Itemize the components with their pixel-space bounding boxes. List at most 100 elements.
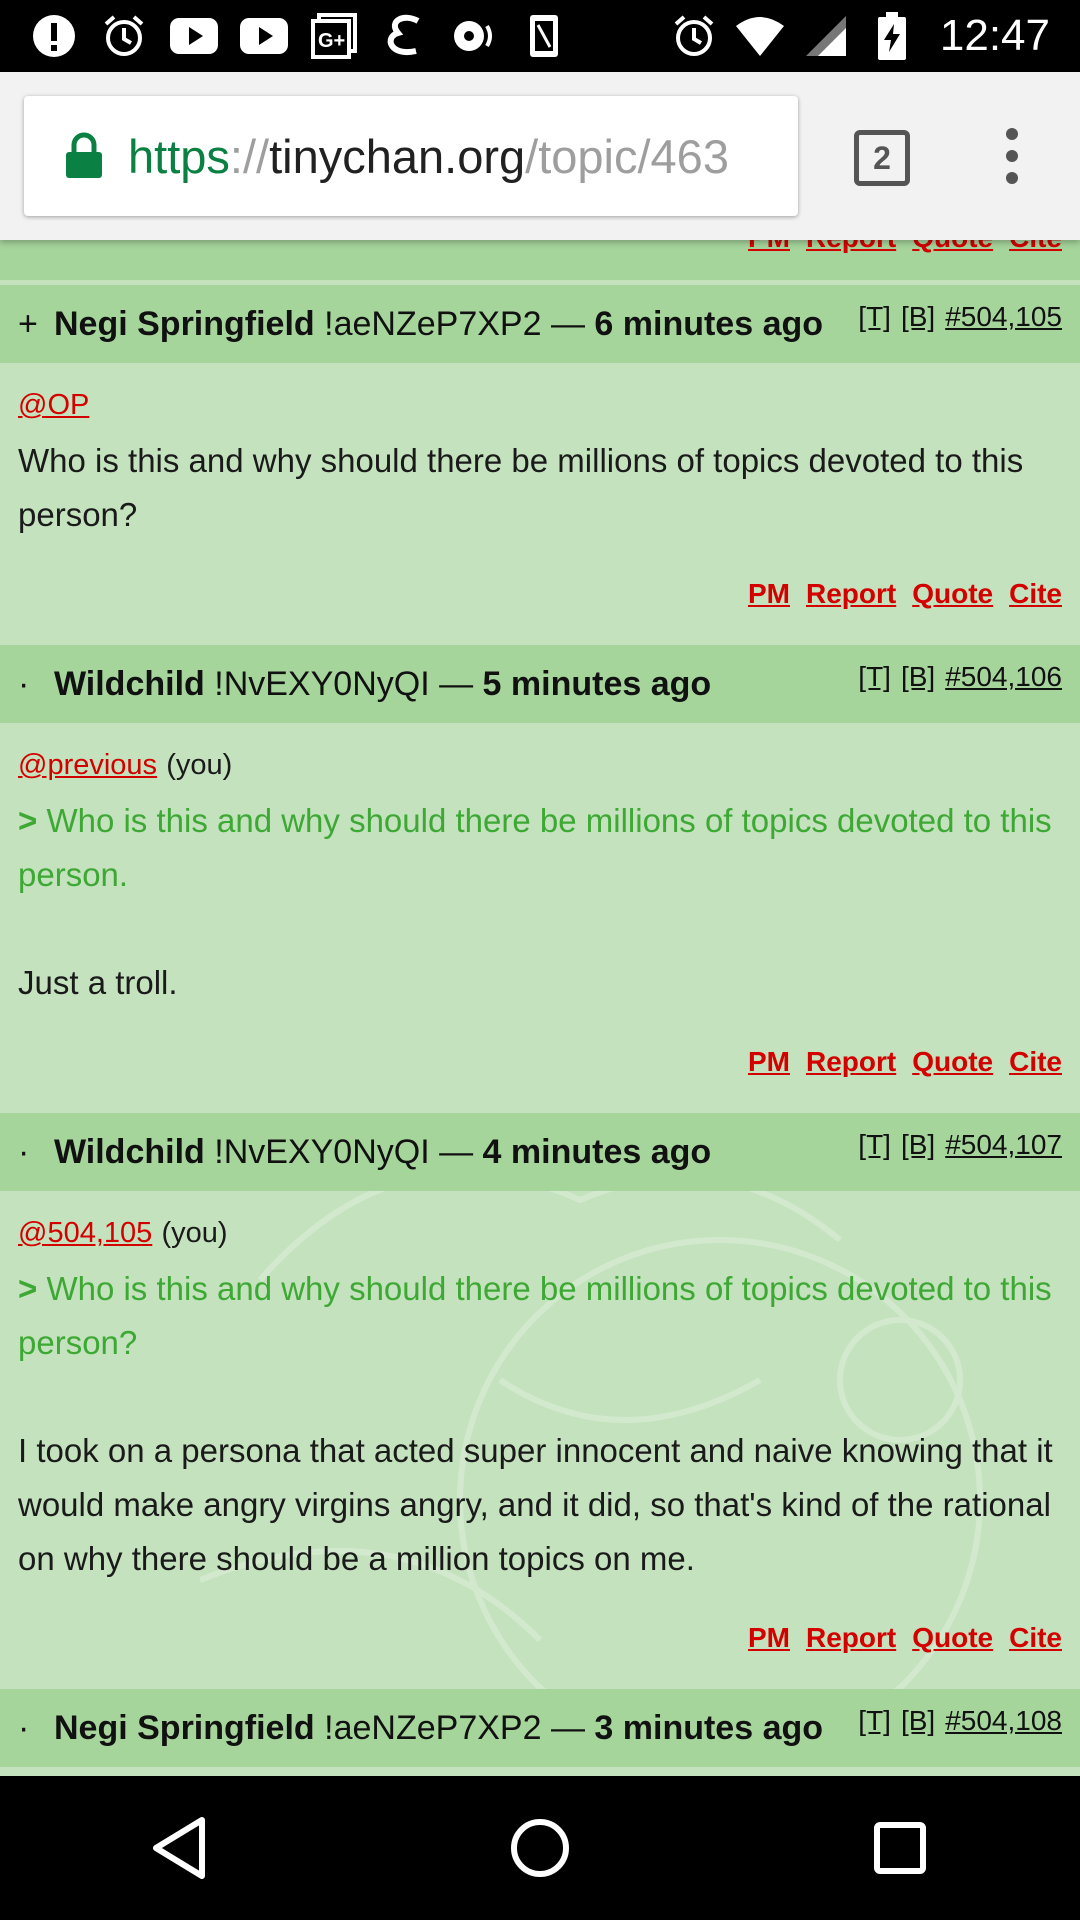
- post-time: 4 minutes ago: [482, 1132, 712, 1171]
- post-body: @previous (you) > Who is this and why sh…: [18, 744, 1062, 1010]
- post-header: · Negi Springfield !aeNZeP7XP2 — 3 minut…: [0, 1689, 1080, 1767]
- report-link[interactable]: Report: [806, 578, 896, 610]
- wifi-icon: [735, 12, 784, 60]
- status-bar: G+ 12:47: [0, 0, 1080, 72]
- quote-marker: >: [18, 1270, 38, 1307]
- pm-link[interactable]: PM: [748, 1046, 790, 1078]
- url-text[interactable]: https://tinychan.org/topic/463: [128, 129, 729, 184]
- reply-cite-link[interactable]: @504,105: [18, 1217, 152, 1249]
- signal-icon: [802, 12, 850, 60]
- phone-frame-icon: [520, 12, 568, 60]
- you-marker: (you): [166, 749, 233, 781]
- alarm-icon: [100, 12, 148, 60]
- expand-toggle[interactable]: +: [18, 305, 54, 344]
- clock-time: 12:47: [939, 11, 1050, 60]
- post-actions: PM Report Quote Cite: [748, 578, 1062, 610]
- tripcode: !NvEXY0NyQI: [214, 1132, 430, 1171]
- post-text: Who is this and why should there be mill…: [18, 442, 1024, 533]
- tripcode: !aeNZeP7XP2: [324, 304, 542, 343]
- cite-link[interactable]: Cite: [1009, 1622, 1062, 1654]
- home-icon[interactable]: [500, 1808, 580, 1888]
- back-icon[interactable]: [140, 1808, 220, 1888]
- cite-link[interactable]: Cite: [1009, 240, 1062, 254]
- pm-link[interactable]: PM: [748, 1622, 790, 1654]
- tripcode: !aeNZeP7XP2: [324, 1708, 542, 1747]
- post-id-link[interactable]: #504,105: [945, 301, 1062, 333]
- voice-icon: [450, 12, 498, 60]
- quote-marker: >: [18, 802, 38, 839]
- post-actions: PM Report Quote Cite: [748, 1046, 1062, 1078]
- topic-link[interactable]: [T]: [858, 661, 891, 693]
- topic-link[interactable]: [T]: [858, 301, 891, 333]
- poster-name: Wildchild: [54, 1132, 205, 1171]
- quote-link[interactable]: Quote: [912, 578, 993, 610]
- e-app-icon: [380, 12, 428, 60]
- post-text: Just a troll.: [18, 964, 178, 1001]
- url-scheme: https: [128, 129, 230, 183]
- youtube-icon: [240, 12, 288, 60]
- quote-link[interactable]: Quote: [912, 240, 993, 254]
- quoted-text: > Who is this and why should there be mi…: [18, 1270, 1052, 1361]
- overflow-menu-button[interactable]: [1000, 128, 1024, 192]
- url-separator: ://: [229, 129, 270, 183]
- separator-dash: —: [550, 1708, 585, 1747]
- separator-dash: —: [439, 1132, 474, 1171]
- tripcode: !NvEXY0NyQI: [214, 664, 430, 703]
- url-path: /topic/463: [525, 129, 729, 183]
- board-link[interactable]: [B]: [901, 661, 935, 693]
- browser-toolbar: https://tinychan.org/topic/463 2: [0, 72, 1080, 240]
- post-time: 6 minutes ago: [594, 304, 824, 343]
- post-body: @504,105 (you) > Who is this and why sho…: [18, 1212, 1062, 1586]
- report-link[interactable]: Report: [806, 1622, 896, 1654]
- previous-post-actions: PM Report Quote Cite: [0, 240, 1080, 280]
- navigation-bar: [0, 1776, 1080, 1920]
- cite-link[interactable]: Cite: [1009, 578, 1062, 610]
- alert-icon: [30, 12, 78, 60]
- post-header: + Negi Springfield !aeNZeP7XP2 — 6 minut…: [0, 285, 1080, 363]
- post-bullet: ·: [18, 664, 30, 703]
- post-bullet: ·: [18, 1132, 30, 1171]
- poster-name: Wildchild: [54, 664, 205, 703]
- quote-link[interactable]: Quote: [912, 1046, 993, 1078]
- battery-charging-icon: [868, 12, 916, 60]
- pm-link[interactable]: PM: [748, 240, 790, 254]
- menu-dot: [1006, 128, 1018, 140]
- post-body: @OP Who is this and why should there be …: [18, 384, 1062, 542]
- poster-name: Negi Springfield: [54, 1708, 315, 1747]
- quoted-text: > Who is this and why should there be mi…: [18, 802, 1052, 893]
- post-time: 3 minutes ago: [594, 1708, 824, 1747]
- post-id-link[interactable]: #504,108: [945, 1705, 1062, 1737]
- separator-dash: —: [439, 664, 474, 703]
- tab-switcher-button[interactable]: 2: [854, 130, 910, 186]
- menu-dot: [1006, 150, 1018, 162]
- board-link[interactable]: [B]: [901, 1129, 935, 1161]
- report-link[interactable]: Report: [806, 1046, 896, 1078]
- board-link[interactable]: [B]: [901, 1705, 935, 1737]
- post-text: I took on a persona that acted super inn…: [18, 1432, 1053, 1577]
- topic-link[interactable]: [T]: [858, 1705, 891, 1737]
- topic-link[interactable]: [T]: [858, 1129, 891, 1161]
- alarm-icon: [670, 12, 718, 60]
- post-time: 5 minutes ago: [482, 664, 712, 703]
- svg-text:G+: G+: [318, 30, 345, 52]
- poster-name: Negi Springfield: [54, 304, 315, 343]
- reply-cite-link[interactable]: @OP: [18, 389, 89, 421]
- lock-icon: [66, 132, 102, 178]
- recents-icon[interactable]: [860, 1808, 940, 1888]
- quote-link[interactable]: Quote: [912, 1622, 993, 1654]
- google-plus-icon: G+: [310, 12, 358, 60]
- page-content: PM Report Quote Cite + Negi Springfield …: [0, 240, 1080, 1776]
- youtube-icon: [170, 12, 218, 60]
- post-id-link[interactable]: #504,107: [945, 1129, 1062, 1161]
- url-host: tinychan.org: [269, 129, 526, 183]
- cite-link[interactable]: Cite: [1009, 1046, 1062, 1078]
- board-link[interactable]: [B]: [901, 301, 935, 333]
- post-header: · Wildchild !NvEXY0NyQI — 5 minutes ago …: [0, 645, 1080, 723]
- report-link[interactable]: Report: [806, 240, 896, 254]
- menu-dot: [1006, 172, 1018, 184]
- pm-link[interactable]: PM: [748, 578, 790, 610]
- post-id-link[interactable]: #504,106: [945, 661, 1062, 693]
- url-bar[interactable]: https://tinychan.org/topic/463: [24, 96, 798, 216]
- post-header: · Wildchild !NvEXY0NyQI — 4 minutes ago …: [0, 1113, 1080, 1191]
- reply-cite-link[interactable]: @previous: [18, 749, 157, 781]
